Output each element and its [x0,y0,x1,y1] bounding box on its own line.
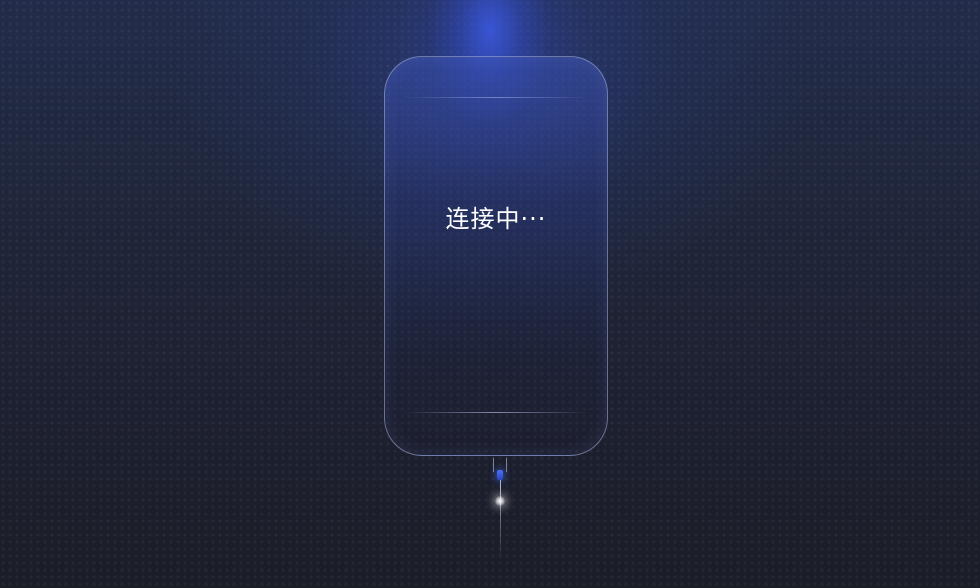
cable-wire [499,480,501,560]
connection-screen: 连接中··· [0,0,980,588]
connecting-status-text: 连接中··· [445,205,547,233]
cable-spark-icon [495,496,505,506]
cable-lead-right [506,458,507,472]
phone-bottom-divider [403,412,589,413]
cable-plug [497,470,503,480]
phone-top-divider [403,97,589,98]
phone-outline-icon: 连接中··· [384,56,608,456]
cable-lead-left [493,458,494,472]
usb-cable-icon [490,458,510,568]
